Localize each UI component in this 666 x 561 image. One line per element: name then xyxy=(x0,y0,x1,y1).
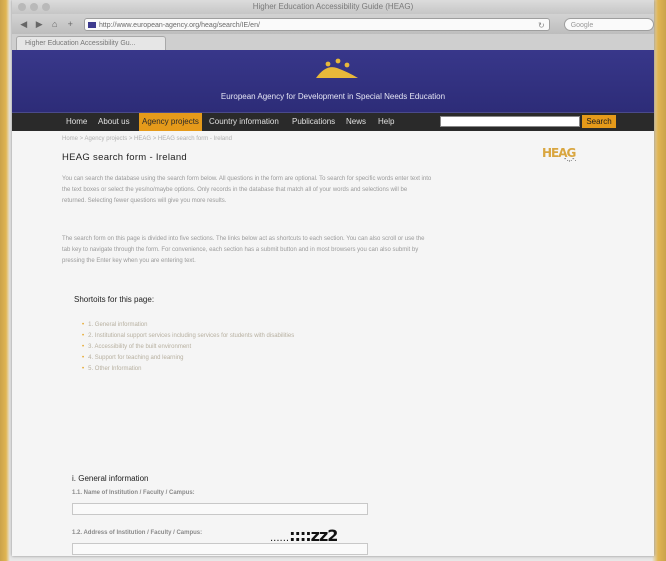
heag-logo-dots: -.,.-. xyxy=(564,156,577,163)
tab-strip: Higher Education Accessibility Gu... xyxy=(12,34,654,51)
nav-help[interactable]: Help xyxy=(378,113,394,131)
bullet-icon: • xyxy=(82,322,85,328)
browser-tab[interactable]: Higher Education Accessibility Gu... xyxy=(16,36,166,50)
sections-paragraph: The search form on this page is divided … xyxy=(62,236,425,264)
web-page: European Agency for Development in Speci… xyxy=(12,50,654,556)
main-content: Home > Agency projects > HEAG > HEAG sea… xyxy=(12,130,654,556)
bullet-icon: • xyxy=(82,355,85,361)
shortcut-link[interactable]: • 3. Accessibility of the built environme… xyxy=(82,342,294,353)
breadcrumb: Home > Agency projects > HEAG > HEAG sea… xyxy=(62,136,232,142)
field-label-name: 1.1. Name of Institution / Faculty / Cam… xyxy=(72,490,195,496)
bullet-icon: • xyxy=(82,344,85,350)
shortcut-link[interactable]: • 1. General information xyxy=(82,320,294,331)
nav-home[interactable]: Home xyxy=(66,113,87,131)
institution-name-input[interactable] xyxy=(72,503,368,515)
org-name: European Agency for Development in Speci… xyxy=(220,92,446,101)
browser-search-input[interactable]: Google xyxy=(563,17,654,31)
back-icon[interactable]: ◀ xyxy=(18,19,29,30)
browser-toolbar: ◀ ▶ ⌂ + http://www.european-agency.org/h… xyxy=(12,14,654,34)
window-title: Higher Education Accessibility Guide (HE… xyxy=(252,2,414,11)
field-label-address: 1.2. Address of Institution / Faculty / … xyxy=(72,530,203,536)
bullet-icon: • xyxy=(82,333,85,339)
page-title: HEAG search form - Ireland xyxy=(62,152,188,163)
shortcut-link[interactable]: • 4. Support for teaching and learning xyxy=(82,353,294,364)
nav-agency-projects[interactable]: Agency projects xyxy=(139,113,202,131)
search-placeholder: Google xyxy=(570,21,594,29)
shortcut-link[interactable]: • 5. Other Information xyxy=(82,364,294,375)
favicon-icon xyxy=(87,21,96,28)
shortcut-list: • 1. General information • 2. Institutiona… xyxy=(82,320,294,375)
overlay-text: ......::::zz2 xyxy=(270,526,338,545)
nav-news[interactable]: News xyxy=(346,113,366,131)
browser-window: Higher Education Accessibility Guide (HE… xyxy=(12,0,654,556)
bullet-icon: • xyxy=(82,366,85,372)
forward-icon[interactable]: ▶ xyxy=(33,19,44,30)
add-bookmark-icon[interactable]: + xyxy=(64,19,75,29)
address-bar[interactable]: http://www.european-agency.org/heag/sear… xyxy=(83,17,550,32)
shortcuts-heading: Shortoits for this page: xyxy=(74,295,155,304)
agency-logo-icon[interactable] xyxy=(314,58,360,80)
nav-publications[interactable]: Publications xyxy=(292,113,335,131)
site-search-button[interactable]: Search xyxy=(582,115,616,128)
nav-about-us[interactable]: About us xyxy=(98,113,130,131)
intro-paragraph: You can search the database using the se… xyxy=(62,176,432,204)
nav-country-information[interactable]: Country information xyxy=(209,113,279,131)
reload-icon[interactable]: ↻ xyxy=(538,19,545,32)
home-icon[interactable]: ⌂ xyxy=(49,19,60,29)
title-bar: Higher Education Accessibility Guide (HE… xyxy=(12,0,654,14)
section-heading: i. General information xyxy=(72,474,149,483)
site-banner: European Agency for Development in Speci… xyxy=(12,50,654,112)
main-nav: Home About us Agency projects Country in… xyxy=(12,112,654,131)
url-text: http://www.european-agency.org/heag/sear… xyxy=(98,21,260,29)
shortcut-link[interactable]: • 2. Institutional support services inclu… xyxy=(82,331,294,342)
site-search-input[interactable] xyxy=(440,116,580,127)
